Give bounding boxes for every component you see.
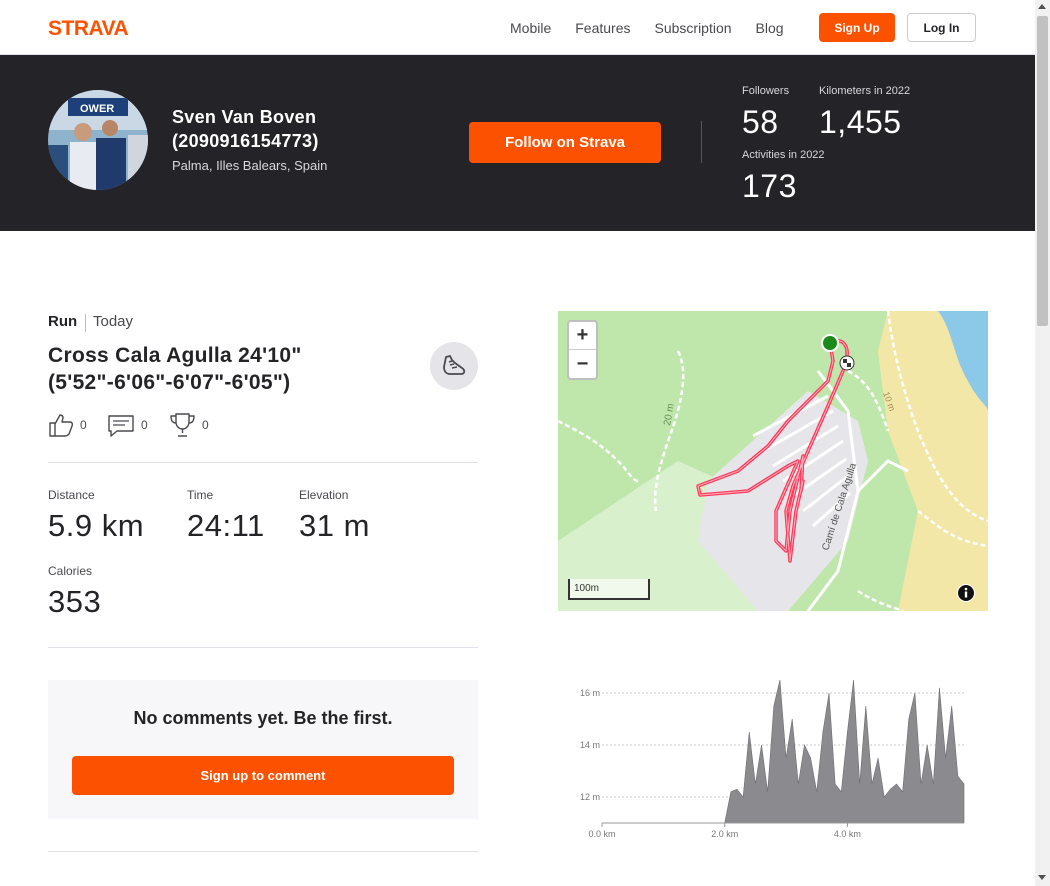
- svg-text:STRAVA: STRAVA: [48, 17, 129, 38]
- athlete-location: Palma, Illes Balears, Spain: [172, 158, 328, 173]
- kudos-count: 0: [80, 418, 87, 432]
- map-scale: 100m: [568, 579, 650, 600]
- activity-date: Today: [93, 313, 134, 330]
- y-tick-label: 16 m: [580, 688, 600, 698]
- nav-mobile[interactable]: Mobile: [510, 20, 551, 36]
- scroll-down-arrow[interactable]: [1038, 875, 1046, 880]
- follow-button[interactable]: Follow on Strava: [469, 122, 661, 163]
- x-tick-label: 2.0 km: [711, 829, 738, 839]
- calories-label: Calories: [48, 564, 93, 578]
- divider: [85, 314, 86, 332]
- nav-features[interactable]: Features: [575, 20, 630, 36]
- y-tick-label: 12 m: [580, 792, 600, 802]
- activities-label: Activities in 2022: [742, 149, 825, 161]
- followers-label: Followers: [742, 85, 790, 97]
- scrollbar-thumb[interactable]: [1037, 16, 1048, 326]
- trophy-icon: [170, 413, 195, 437]
- svg-text:OWER: OWER: [80, 103, 114, 115]
- zoom-in-button[interactable]: +: [569, 322, 596, 350]
- start-marker: [821, 334, 839, 352]
- elevation-label: Elevation: [299, 488, 349, 502]
- activity-type: Run: [48, 313, 78, 330]
- x-tick-label: 4.0 km: [834, 829, 861, 839]
- kudos-button[interactable]: 0: [48, 412, 87, 438]
- info-icon[interactable]: [957, 584, 975, 602]
- athlete-name[interactable]: Sven Van Boven (2090916154773): [172, 105, 392, 153]
- log-in-button[interactable]: Log In: [907, 13, 976, 42]
- zoom-out-button[interactable]: −: [569, 350, 596, 378]
- calories-value: 353: [48, 584, 102, 619]
- no-comments-text: No comments yet. Be the first.: [133, 708, 393, 728]
- distance-label: Distance: [48, 488, 95, 502]
- kilometers-value: 1,455: [819, 104, 902, 140]
- divider: [48, 851, 478, 852]
- thumbs-up-icon: [49, 414, 74, 437]
- divider: [701, 121, 702, 163]
- nav-subscription[interactable]: Subscription: [655, 20, 732, 36]
- finish-marker: [839, 355, 855, 371]
- elevation-chart[interactable]: 12 m 14 m 16 m 0.0 km 2.0 km 4.0 km: [558, 655, 988, 850]
- activities-value: 173: [742, 168, 797, 204]
- elevation-area: [602, 679, 965, 824]
- athlete-banner: OWER Sven Van Boven (2090916154773) Palm…: [0, 55, 1035, 231]
- time-label: Time: [187, 488, 214, 502]
- comments-count: 0: [141, 418, 148, 432]
- map-zoom-control: + −: [567, 320, 598, 380]
- shoe-icon: [443, 355, 466, 375]
- distance-value: 5.9 km: [48, 508, 145, 543]
- sign-up-to-comment-button[interactable]: Sign up to comment: [72, 756, 454, 795]
- activity-title: Cross Cala Agulla 24'10" (5'52"-6'06"-6'…: [48, 344, 302, 394]
- y-tick-label: 14 m: [580, 740, 600, 750]
- achievements-count: 0: [202, 418, 209, 432]
- nav-blog[interactable]: Blog: [756, 20, 784, 36]
- map-canvas: 20 m 10 m Camí de Cala Agulla: [558, 311, 988, 611]
- comments-section: No comments yet. Be the first. Sign up t…: [48, 680, 478, 819]
- followers-value: 58: [742, 104, 779, 140]
- athlete-avatar[interactable]: OWER: [48, 90, 148, 190]
- avatar-photo: OWER: [48, 90, 148, 190]
- route-map[interactable]: 20 m 10 m Camí de Cala Agulla: [558, 311, 988, 611]
- top-navigation: STRAVA Mobile Features Subscription Blog…: [0, 0, 1035, 55]
- achievements-button[interactable]: 0: [169, 412, 209, 438]
- divider: [48, 647, 478, 648]
- time-value: 24:11: [187, 508, 265, 543]
- scroll-up-arrow[interactable]: [1038, 4, 1046, 9]
- divider: [48, 462, 478, 463]
- comment-icon: [108, 415, 134, 437]
- x-tick-label: 0.0 km: [588, 829, 615, 839]
- kilometers-label: Kilometers in 2022: [819, 85, 911, 97]
- nav-links: Mobile Features Subscription Blog: [510, 0, 808, 55]
- sign-up-button[interactable]: Sign Up: [819, 13, 895, 42]
- strava-logo[interactable]: STRAVA: [48, 16, 144, 38]
- comments-button[interactable]: 0: [108, 412, 148, 438]
- sport-type-badge: [430, 342, 478, 390]
- elevation-value: 31 m: [299, 508, 370, 543]
